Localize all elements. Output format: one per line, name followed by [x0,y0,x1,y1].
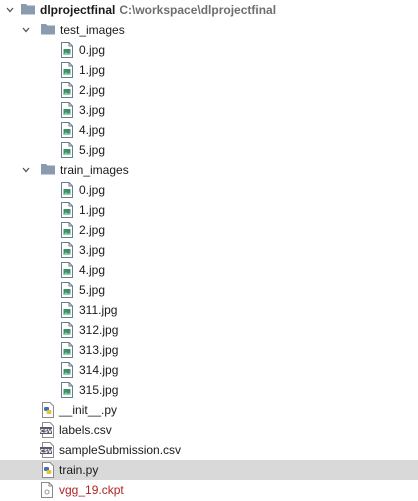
root-folder-path: C:\workspace\dlprojectfinal [119,3,277,17]
file-label: 5.jpg [79,283,106,297]
image-file-icon [61,222,73,238]
folder-icon [41,24,55,35]
image-file-icon [61,362,73,378]
tree-item-root-file[interactable]: CSV labels.csv [0,420,418,440]
file-label: 0.jpg [79,43,106,57]
file-label: 315.jpg [79,383,119,397]
chevron-down-icon[interactable] [22,26,30,34]
python-file-icon [42,462,54,478]
image-file-icon [61,262,73,278]
tree-item-test-file[interactable]: 1.jpg [0,60,418,80]
image-file-icon [61,322,73,338]
csv-file-icon: CSV [40,442,54,458]
image-file-icon [61,42,73,58]
tree-item-root-file[interactable]: vgg_19.ckpt [0,480,418,500]
file-label: 1.jpg [79,63,106,77]
file-label: 312.jpg [79,323,119,337]
tree-item-train-file[interactable]: 2.jpg [0,220,418,240]
tree-item-test-file[interactable]: 3.jpg [0,100,418,120]
image-file-icon [61,382,73,398]
root-folder-label: dlprojectfinal C:\workspace\dlprojectfina… [40,3,277,17]
tree-item-train-file[interactable]: 1.jpg [0,200,418,220]
file-label: 3.jpg [79,103,106,117]
folder-icon [41,164,55,175]
image-file-icon [61,82,73,98]
image-file-icon [61,142,73,158]
tree-item-train-file[interactable]: 4.jpg [0,260,418,280]
file-label: __init__.py [59,403,118,417]
tree-item-root-file[interactable]: __init__.py [0,400,418,420]
file-label: 311.jpg [79,303,118,317]
svg-text:CSV: CSV [40,449,53,455]
tree-item-train-file[interactable]: 0.jpg [0,180,418,200]
python-file-icon [42,402,54,418]
image-file-icon [61,182,73,198]
svg-text:CSV: CSV [40,429,53,435]
file-label: sampleSubmission.csv [59,443,182,457]
image-file-icon [61,122,73,138]
file-label: 314.jpg [79,363,119,377]
tree-item-test-file[interactable]: 2.jpg [0,80,418,100]
tree-item-train-file[interactable]: 5.jpg [0,280,418,300]
file-label: 4.jpg [79,263,106,277]
image-file-icon [61,302,73,318]
tree-node-test-images[interactable]: test_images [0,20,418,40]
file-label: 313.jpg [79,343,119,357]
image-file-icon [61,242,73,258]
file-label: labels.csv [59,423,112,437]
tree-item-test-file[interactable]: 4.jpg [0,120,418,140]
file-label: 5.jpg [79,143,106,157]
tree-node-train-images[interactable]: train_images [0,160,418,180]
unknown-file-icon [41,482,53,498]
tree-item-train-file[interactable]: 312.jpg [0,320,418,340]
test-images-folder-label: test_images [60,23,125,37]
chevron-down-icon[interactable] [6,6,14,14]
tree-item-root-file[interactable]: CSV sampleSubmission.csv [0,440,418,460]
tree-item-train-file[interactable]: 311.jpg [0,300,418,320]
tree-item-root-file[interactable]: train.py [0,460,418,480]
tree-item-train-file[interactable]: 313.jpg [0,340,418,360]
file-label: 4.jpg [79,123,106,137]
tree-item-train-file[interactable]: 315.jpg [0,380,418,400]
chevron-down-icon[interactable] [22,166,30,174]
file-label: 2.jpg [79,223,106,237]
tree-item-test-file[interactable]: 5.jpg [0,140,418,160]
folder-icon [21,4,35,15]
image-file-icon [61,102,73,118]
file-label: 3.jpg [79,243,106,257]
tree-item-train-file[interactable]: 314.jpg [0,360,418,380]
tree-item-train-file[interactable]: 3.jpg [0,240,418,260]
file-label: 0.jpg [79,183,106,197]
file-label: 1.jpg [79,203,106,217]
image-file-icon [61,62,73,78]
file-label: vgg_19.ckpt [59,483,124,497]
tree-node-root[interactable]: dlprojectfinal C:\workspace\dlprojectfina… [0,0,418,20]
csv-file-icon: CSV [40,422,54,438]
image-file-icon [61,282,73,298]
tree-item-test-file[interactable]: 0.jpg [0,40,418,60]
train-images-folder-label: train_images [60,163,129,177]
image-file-icon [61,342,73,358]
file-label: train.py [59,463,99,477]
image-file-icon [61,202,73,218]
file-label: 2.jpg [79,83,106,97]
